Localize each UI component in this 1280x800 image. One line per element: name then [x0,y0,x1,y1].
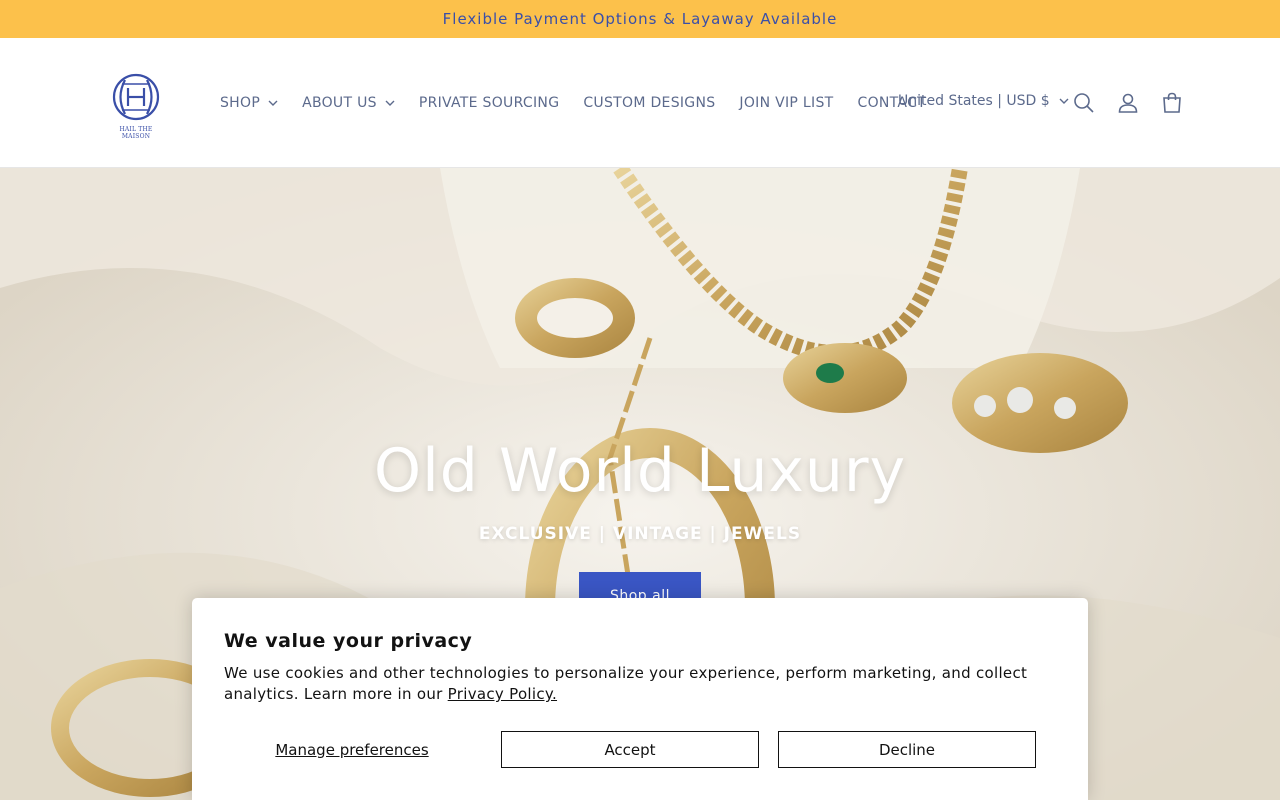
logo-text: HAIL THE MAISON [119,126,153,140]
nav-shop-label: SHOP [220,95,261,111]
hero-title: Old World Luxury [373,436,907,506]
nav-join-vip-list-label: JOIN VIP LIST [739,95,834,111]
country-selector[interactable]: United States | USD $ [898,93,1069,109]
chevron-down-icon [385,100,395,106]
search-icon [1074,93,1094,113]
nav-about-us-label: ABOUT US [302,95,377,111]
logo-mark [112,73,160,121]
site-logo[interactable]: HAIL THE MAISON [106,70,166,140]
nav-join-vip-list[interactable]: JOIN VIP LIST [739,95,833,111]
chevron-down-icon [1059,98,1069,104]
country-selector-label: United States | USD $ [898,93,1050,109]
announcement-bar: Flexible Payment Options & Layaway Avail… [0,0,1280,38]
nav-private-sourcing[interactable]: PRIVATE SOURCING [419,95,560,111]
cookie-description: We use cookies and other technologies to… [224,663,1064,705]
decline-button[interactable]: Decline [778,731,1036,768]
cart-icon [1163,92,1181,113]
chevron-down-icon [268,100,278,106]
cookie-consent-banner: We value your privacy We use cookies and… [192,598,1088,800]
hero-subtitle: EXCLUSIVE | VINTAGE | JEWELS [478,524,802,544]
nav-custom-designs-label: CUSTOM DESIGNS [583,95,716,111]
site-header: HAIL THE MAISON SHOP ABOUT US PRIVATE SO… [0,38,1280,168]
privacy-policy-link[interactable]: Privacy Policy. [448,685,557,703]
cart-button[interactable] [1159,90,1185,116]
accept-button[interactable]: Accept [501,731,759,768]
main-navigation: SHOP ABOUT US PRIVATE SOURCING CUSTOM DE… [220,93,950,113]
cookie-title: We value your privacy [224,630,473,652]
manage-preferences-button[interactable]: Manage preferences [224,731,480,768]
account-icon [1118,93,1138,113]
search-button[interactable] [1071,90,1097,116]
nav-private-sourcing-label: PRIVATE SOURCING [418,95,560,111]
cookie-description-text: We use cookies and other technologies to… [224,664,1028,703]
nav-shop[interactable]: SHOP [220,95,278,111]
nav-custom-designs[interactable]: CUSTOM DESIGNS [583,95,715,111]
account-button[interactable] [1115,90,1141,116]
nav-about-us[interactable]: ABOUT US [302,95,395,111]
announcement-text: Flexible Payment Options & Layaway Avail… [442,10,838,28]
